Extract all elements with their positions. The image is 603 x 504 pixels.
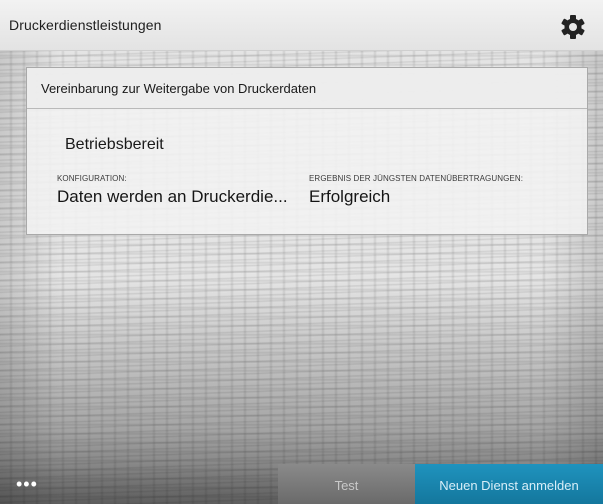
settings-button[interactable] [559,13,587,41]
last-transfer-result-label: ERGEBNIS DER JÜNGSTEN DATENÜBERTRAGUNGEN… [309,174,524,183]
last-transfer-result-value: Erfolgreich [309,187,391,206]
data-sharing-card[interactable]: Vereinbarung zur Weitergabe von Druckerd… [26,67,588,235]
test-button-label: Test [334,478,359,493]
configuration-label: KONFIGURATION: [57,174,127,183]
action-bar: ••• Test Neuen Dienst anmelden [0,464,603,504]
app-header: Druckerdienstleistungen [0,0,603,51]
card-header: Vereinbarung zur Weitergabe von Druckerd… [27,68,587,109]
gear-icon [561,15,585,39]
more-options-button[interactable]: ••• [0,464,278,504]
page-title: Druckerdienstleistungen [9,17,162,33]
register-new-service-label: Neuen Dienst anmelden [439,478,579,493]
configuration-value: Daten werden an Druckerdie... [57,187,288,206]
printer-screen: Druckerdienstleistungen Vereinbarung zur… [0,0,603,504]
more-dots-icon: ••• [16,474,38,494]
service-status: Betriebsbereit [65,136,164,153]
card-title: Vereinbarung zur Weitergabe von Druckerd… [41,81,317,96]
test-button[interactable]: Test [278,464,415,504]
register-new-service-button[interactable]: Neuen Dienst anmelden [415,464,603,504]
